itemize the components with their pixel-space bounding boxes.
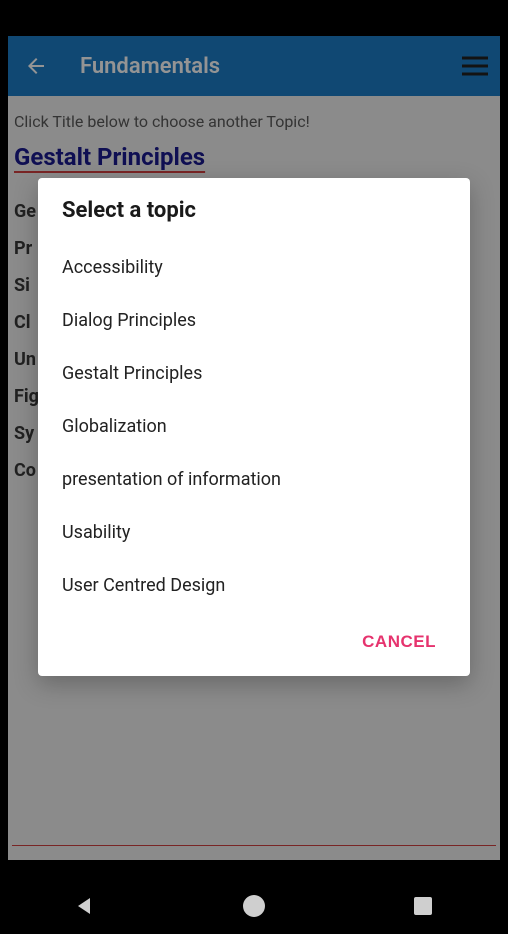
topic-option[interactable]: Globalization (62, 400, 446, 453)
cancel-button[interactable]: CANCEL (352, 624, 446, 660)
nav-back-icon[interactable] (71, 892, 99, 920)
topic-option[interactable]: presentation of information (62, 453, 446, 506)
topic-option[interactable]: Gestalt Principles (62, 347, 446, 400)
dialog-title: Select a topic (62, 198, 446, 223)
dialog-actions: CANCEL (62, 612, 446, 660)
nav-home-icon[interactable] (240, 892, 268, 920)
topic-option[interactable]: Usability (62, 506, 446, 559)
topic-option[interactable]: Dialog Principles (62, 294, 446, 347)
dialog-options: Accessibility Dialog Principles Gestalt … (62, 241, 446, 612)
topic-option[interactable]: User Centred Design (62, 559, 446, 612)
topic-dialog: Select a topic Accessibility Dialog Prin… (38, 178, 470, 676)
nav-recent-icon[interactable] (409, 892, 437, 920)
android-navbar (0, 878, 508, 934)
topic-option[interactable]: Accessibility (62, 241, 446, 294)
dialog-scrim[interactable]: Select a topic Accessibility Dialog Prin… (8, 36, 500, 860)
